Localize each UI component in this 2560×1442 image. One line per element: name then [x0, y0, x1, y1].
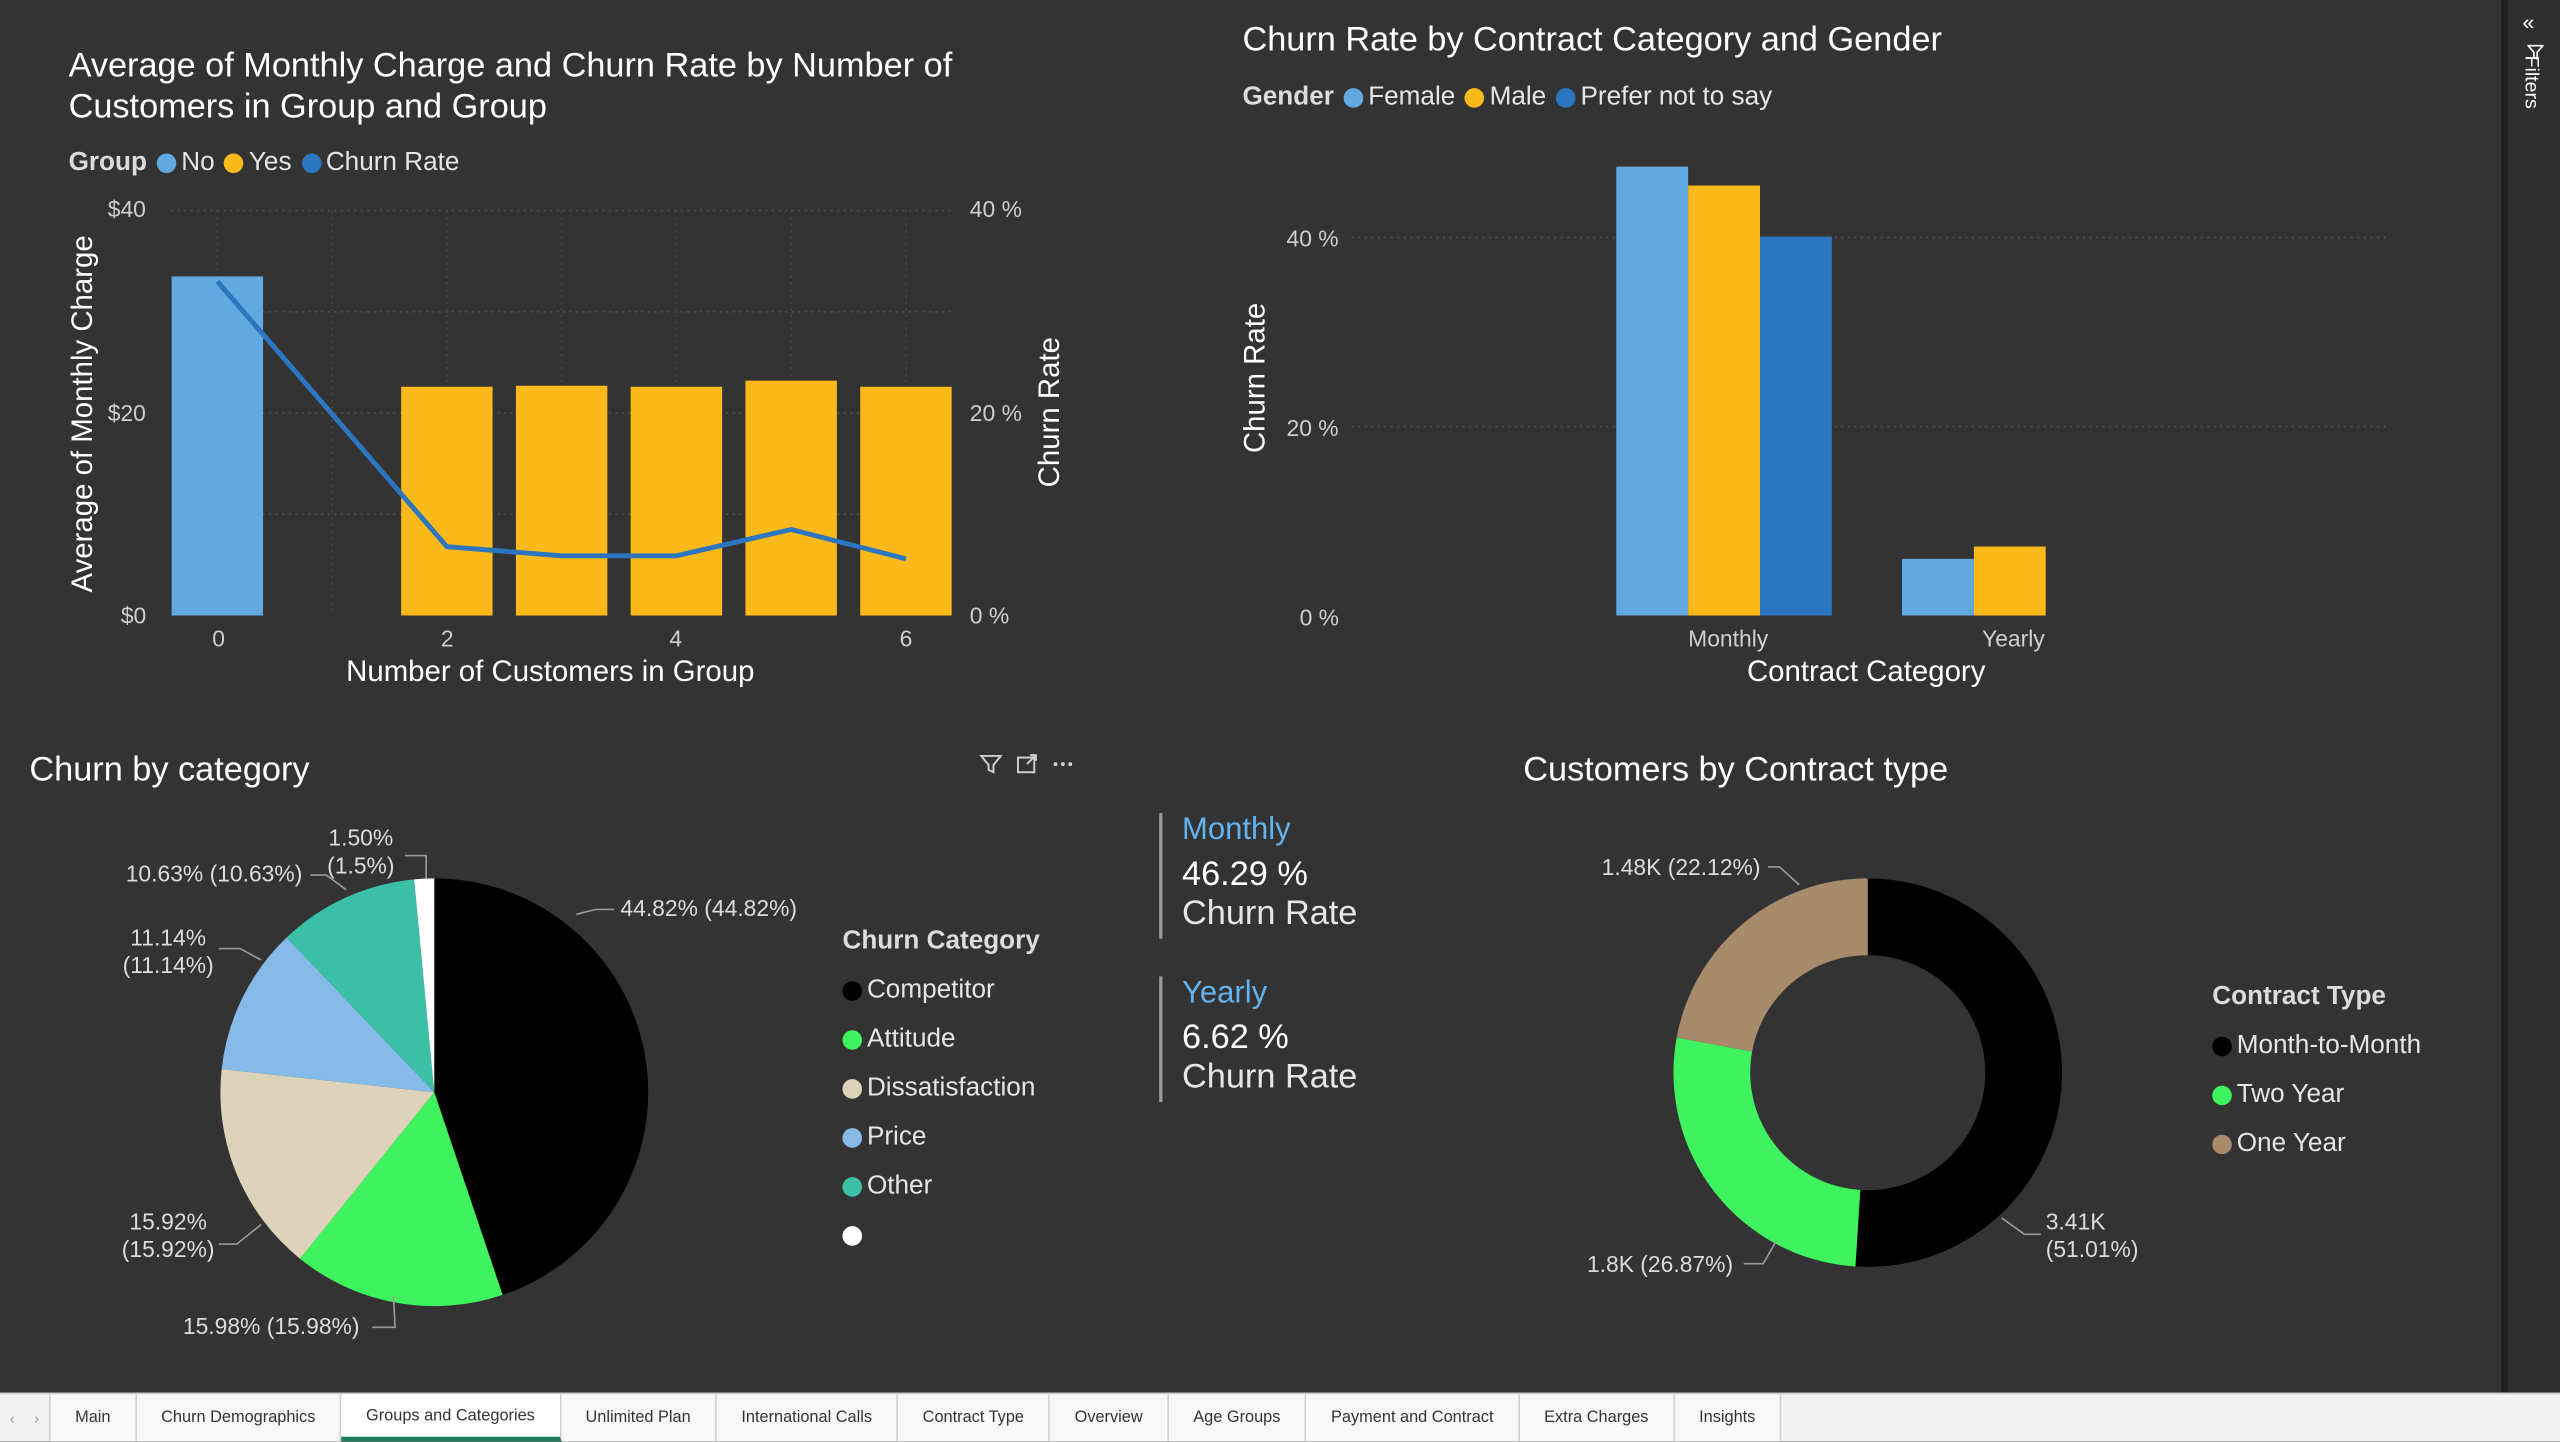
legend-label-attitude: Attitude — [866, 1025, 956, 1054]
legend-label-other: Other — [866, 1172, 933, 1200]
legend-dot-two-year — [2212, 1085, 2232, 1106]
chart4-slices — [1673, 878, 2063, 1267]
tab-payment-and-contract[interactable]: Payment and Contract — [1306, 1394, 1520, 1442]
legend-dot-competitor — [842, 981, 863, 1001]
chart3-legend-title: Churn Category — [842, 927, 1040, 956]
filters-pane-label: Filters — [2520, 55, 2544, 109]
donut-label-two-year: 1.8K (26.87%) — [1586, 1250, 1734, 1277]
pie-label-attitude: 15.98% (15.98%) — [182, 1312, 360, 1339]
legend-label-price: Price — [866, 1123, 927, 1152]
legend-item-one-year[interactable]: One Year — [2212, 1120, 2421, 1169]
donut-slice-month-to-month — [1855, 878, 2063, 1267]
pie-label-dissatisfaction-paren: (15.92%) — [121, 1235, 215, 1263]
leader-price — [218, 947, 262, 961]
chart2-gridlines — [1351, 236, 2387, 428]
leader-mtm — [2001, 1217, 2041, 1236]
card-monthly-head: Monthly — [1182, 813, 1291, 848]
donut-label-mtm: 3.41K (51.01%) — [2046, 1208, 2139, 1264]
donut-label-mtm-pct: (51.01%) — [2045, 1235, 2139, 1263]
leader-competitor — [576, 908, 614, 916]
card-yearly: Yearly 6.62 % Churn Rate — [1159, 976, 1358, 1103]
legend-item-attitude[interactable]: Attitude — [842, 1016, 1039, 1065]
legend-label-dissatisfaction: Dissatisfaction — [866, 1074, 1036, 1103]
legend-item-other[interactable]: Other — [842, 1162, 1039, 1211]
donut-label-mtm-count: 3.41K — [2045, 1208, 2106, 1235]
tab-extra-charges[interactable]: Extra Charges — [1519, 1394, 1675, 1442]
tab-groups-and-categories[interactable]: Groups and Categories — [341, 1394, 561, 1442]
tab-overview[interactable]: Overview — [1050, 1394, 1169, 1442]
pie-label-dissatisfaction: 15.92% (15.92%) — [118, 1208, 219, 1264]
legend-item-competitor[interactable]: Competitor — [842, 967, 1039, 1016]
pie-label-other: 10.63% (10.63%) — [125, 860, 303, 887]
legend-item-price[interactable]: Price — [842, 1113, 1039, 1162]
legend-item-blank[interactable] — [842, 1211, 1039, 1260]
legend-item-dissatisfaction[interactable]: Dissatisfaction — [842, 1064, 1039, 1113]
leader-dissatisfaction — [218, 1223, 262, 1245]
tab-prev-icon[interactable]: ‹ — [10, 1410, 15, 1426]
legend-dot-month-to-month — [2212, 1036, 2232, 1057]
legend-label-month-to-month: Month-to-Month — [2236, 1031, 2422, 1060]
pie-label-competitor: 44.82% (44.82%) — [620, 894, 798, 921]
legend-dot-dissatisfaction — [842, 1079, 863, 1099]
tab-unlimited-plan[interactable]: Unlimited Plan — [560, 1394, 717, 1442]
legend-item-two-year[interactable]: Two Year — [2212, 1071, 2421, 1120]
leader-two-year — [1743, 1240, 1778, 1265]
chart2-plot — [1351, 166, 2387, 616]
chart4-title: Customers by Contract type — [1523, 751, 1949, 789]
bar-yearly-female — [1902, 558, 1974, 616]
leader-blank — [404, 854, 427, 879]
donut-slice-one-year — [1676, 878, 1868, 1052]
filters-pane[interactable]: « Filters — [2501, 0, 2560, 1393]
pie-label-price: 11.14% (11.14%) — [118, 924, 219, 980]
pie-label-blank-pct: 1.50% — [328, 824, 394, 851]
pie-label-blank: 1.50% (1.5%) — [320, 824, 402, 880]
leader-one-year — [1768, 866, 1800, 886]
legend-dot-one-year — [2212, 1134, 2232, 1155]
pie-label-blank-paren: (1.5%) — [327, 852, 395, 879]
card-yearly-value: 6.62 % — [1182, 1018, 1289, 1057]
donut-label-one-year: 1.48K (22.12%) — [1601, 853, 1761, 880]
card-monthly: Monthly 46.29 % Churn Rate — [1159, 813, 1357, 939]
page-tab-bar: ‹ › Main Churn Demographics Groups and C… — [0, 1392, 2560, 1442]
legend-dot-blank — [842, 1226, 863, 1246]
pie-label-price-paren: (11.14%) — [122, 951, 214, 978]
chart4-legend-title: Contract Type — [2212, 982, 2386, 1011]
tab-scroll-nav: ‹ › — [0, 1394, 51, 1442]
card-monthly-value: 46.29 % — [1182, 855, 1308, 894]
donut-slice-two-year — [1673, 1037, 1861, 1267]
bar-monthly-male — [1688, 185, 1760, 616]
chart2-bars — [1616, 166, 2046, 616]
tab-international-calls[interactable]: International Calls — [716, 1394, 899, 1442]
pie-label-dissatisfaction-pct: 15.92% — [129, 1208, 207, 1235]
legend-dot-other — [842, 1177, 863, 1197]
tab-insights[interactable]: Insights — [1674, 1394, 1782, 1442]
collapse-chevron-icon[interactable]: « — [2522, 10, 2534, 34]
tab-next-icon[interactable]: › — [34, 1410, 39, 1426]
report-canvas: Average of Monthly Charge and Churn Rate… — [0, 0, 2560, 1442]
bar-yearly-male — [1973, 546, 2046, 616]
bar-monthly-prefer-not-to-say — [1759, 236, 1832, 616]
card-yearly-head: Yearly — [1182, 976, 1268, 1011]
tab-churn-demographics[interactable]: Churn Demographics — [136, 1394, 342, 1442]
legend-label-two-year: Two Year — [2236, 1080, 2345, 1109]
legend-label-one-year: One Year — [2236, 1129, 2346, 1158]
card-monthly-sub: Churn Rate — [1182, 894, 1358, 933]
tab-age-groups[interactable]: Age Groups — [1168, 1394, 1307, 1442]
chart3-legend: Churn Category Competitor Attitude Dissa… — [842, 927, 1040, 1260]
legend-label-competitor: Competitor — [866, 976, 995, 1005]
tab-contract-type[interactable]: Contract Type — [898, 1394, 1051, 1442]
pie-label-price-pct: 11.14% — [130, 924, 207, 951]
tab-main[interactable]: Main — [50, 1394, 137, 1442]
card-yearly-sub: Churn Rate — [1182, 1057, 1358, 1096]
bar-monthly-female — [1616, 166, 1689, 616]
legend-dot-attitude — [842, 1030, 863, 1050]
legend-dot-price — [842, 1128, 863, 1148]
chart4-legend: Contract Type Month-to-Month Two Year On… — [2212, 983, 2421, 1169]
chart3-slices — [220, 878, 649, 1307]
legend-item-month-to-month[interactable]: Month-to-Month — [2212, 1022, 2421, 1071]
